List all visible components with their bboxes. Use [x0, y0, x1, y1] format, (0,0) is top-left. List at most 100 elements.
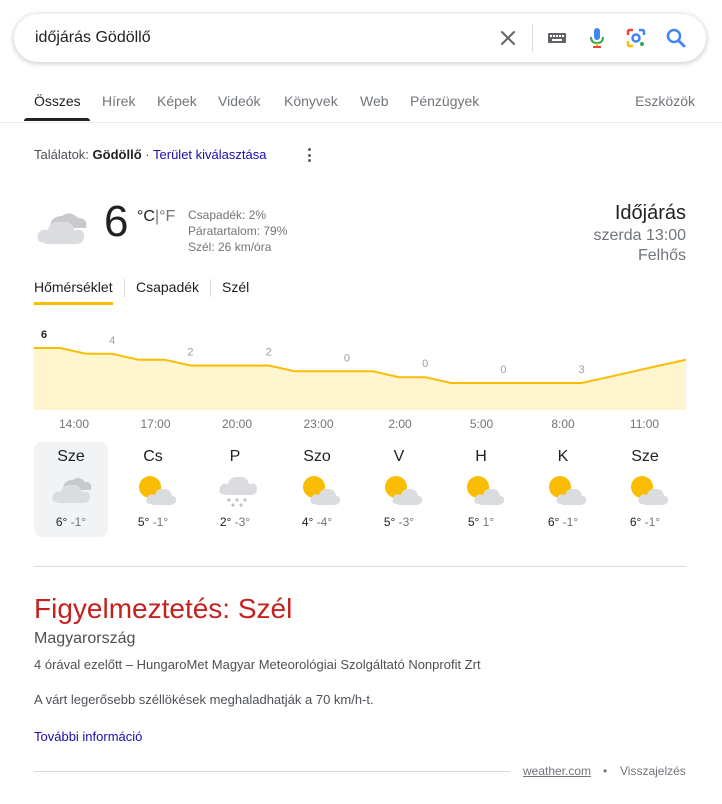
source-link[interactable]: weather.com: [523, 764, 591, 778]
forecast-day[interactable]: V 5° -3°: [362, 442, 436, 537]
chart-tab-precipitation[interactable]: Csapadék: [136, 279, 199, 295]
forecast-temps: 5° 1°: [444, 515, 518, 529]
search-bar[interactable]: időjárás Gödöllő: [14, 14, 706, 62]
chart-tab-divider: [124, 279, 125, 297]
forecast-day-name: Cs: [143, 448, 163, 465]
search-input[interactable]: időjárás Gödöllő: [35, 29, 151, 47]
footer-divider: [34, 771, 510, 772]
chart-data-label: 6: [41, 329, 47, 341]
forecast-day-name: K: [557, 448, 569, 465]
change-location-link[interactable]: Terület kiválasztása: [153, 147, 266, 162]
more-info-link[interactable]: További információ: [34, 729, 142, 744]
forecast-low: -3°: [398, 515, 415, 529]
chart-data-label: 0: [500, 364, 506, 376]
feedback-link[interactable]: Visszajelzés: [620, 764, 686, 778]
partly-sunny-icon: [297, 472, 341, 508]
forecast-high: 6°: [55, 515, 68, 529]
unit-fahrenheit[interactable]: °F: [159, 208, 175, 225]
keyboard-icon[interactable]: [545, 26, 569, 50]
current-temperature: 6: [104, 197, 129, 246]
forecast-low: -1°: [70, 515, 87, 529]
forecast-low: -3°: [234, 515, 251, 529]
forecast-high: 5°: [383, 515, 396, 529]
chart-data-label: 0: [344, 352, 350, 364]
close-icon[interactable]: [496, 26, 520, 50]
chart-tab-wind[interactable]: Szél: [222, 279, 249, 295]
time-tick-label: 8:00: [551, 417, 575, 431]
tab-finance[interactable]: Pénzügyek: [410, 93, 479, 109]
forecast-low: -1°: [562, 515, 579, 529]
chart-tab-temperature[interactable]: Hőmérséklet: [34, 279, 113, 295]
forecast-day[interactable]: Sze 6° -1°: [608, 442, 682, 537]
precipitation-text: Csapadék: 2%: [188, 208, 267, 222]
active-tab-indicator: [24, 118, 90, 121]
search-tabs: Összes Hírek Képek Videók Könyvek Web Pé…: [0, 85, 722, 123]
cloudy-icon: [51, 472, 95, 508]
tab-images[interactable]: Képek: [157, 93, 197, 109]
forecast-high: 4°: [301, 515, 314, 529]
forecast-day-name: H: [475, 448, 487, 465]
weather-condition: Felhős: [637, 247, 686, 264]
forecast-day[interactable]: K 6° -1°: [526, 442, 600, 537]
partly-sunny-icon: [543, 472, 587, 508]
tab-news[interactable]: Hírek: [102, 93, 135, 109]
tab-books[interactable]: Könyvek: [284, 93, 338, 109]
forecast-day[interactable]: P 2° -3°: [198, 442, 272, 537]
time-tick-label: 17:00: [140, 417, 171, 431]
forecast-temps: 6° -1°: [34, 515, 108, 529]
forecast-low: -4°: [316, 515, 333, 529]
forecast-day[interactable]: Sze 6° -1°: [34, 442, 108, 537]
forecast-temps: 5° -1°: [116, 515, 190, 529]
weather-summary: Időjárás szerda 13:00 Felhős: [593, 200, 686, 266]
chart-tab-indicator: [34, 302, 113, 305]
warning-meta: 4 órával ezelőtt – HungaroMet Magyar Met…: [34, 657, 481, 672]
partly-sunny-icon: [379, 472, 423, 508]
results-for: Találatok: Gödöllő · Terület kiválasztás…: [34, 147, 266, 162]
chart-data-label: 4: [109, 335, 115, 347]
forecast-temps: 5° -3°: [362, 515, 436, 529]
forecast-low: -1°: [152, 515, 169, 529]
time-tick-label: 23:00: [303, 417, 334, 431]
unit-switch: °C|°F: [137, 208, 175, 226]
forecast-temps: 2° -3°: [198, 515, 272, 529]
warning-body: A várt legerősebb széllökések meghaladha…: [34, 692, 374, 707]
partly-sunny-icon: [133, 472, 177, 508]
search-icon[interactable]: [664, 26, 688, 50]
chart-data-label: 0: [422, 358, 428, 370]
time-tick-label: 11:00: [629, 417, 660, 431]
forecast-low: -1°: [644, 515, 661, 529]
tools-button[interactable]: Eszközök: [635, 93, 695, 109]
lens-icon[interactable]: [624, 26, 648, 50]
results-for-separator: ·: [145, 147, 150, 162]
results-for-location: Gödöllő: [92, 147, 142, 162]
chart-data-label: 2: [187, 347, 193, 359]
tab-videos[interactable]: Videók: [218, 93, 261, 109]
forecast-high: 6°: [629, 515, 642, 529]
forecast-day-name: V: [393, 448, 405, 465]
time-tick-label: 5:00: [469, 417, 494, 431]
forecast-day[interactable]: Szo 4° -4°: [280, 442, 354, 537]
forecast-day[interactable]: H 5° 1°: [444, 442, 518, 537]
weather-details: Csapadék: 2% Páratartalom: 79% Szél: 26 …: [188, 207, 287, 255]
microphone-icon[interactable]: [585, 26, 609, 50]
forecast-day[interactable]: Cs 5° -1°: [116, 442, 190, 537]
search-divider: [532, 24, 533, 52]
unit-celsius[interactable]: °C: [137, 208, 155, 225]
forecast-high: 5°: [137, 515, 150, 529]
tab-web[interactable]: Web: [360, 93, 389, 109]
snow-icon: [215, 472, 259, 508]
footer-separator: •: [603, 764, 608, 778]
more-options-icon[interactable]: [302, 146, 316, 164]
partly-sunny-icon: [625, 472, 669, 508]
forecast-day-name: P: [229, 448, 241, 465]
weather-time: szerda 13:00: [593, 227, 686, 244]
forecast-temps: 6° -1°: [526, 515, 600, 529]
tab-all[interactable]: Összes: [34, 93, 81, 109]
forecast-day-name: Sze: [631, 448, 659, 465]
forecast-day-name: Sze: [57, 448, 85, 465]
forecast-temps: 4° -4°: [280, 515, 354, 529]
results-for-prefix: Találatok:: [34, 147, 89, 162]
chart-data-label: 3: [579, 364, 585, 376]
weather-title: Időjárás: [614, 202, 686, 224]
warning-region: Magyarország: [34, 630, 136, 647]
